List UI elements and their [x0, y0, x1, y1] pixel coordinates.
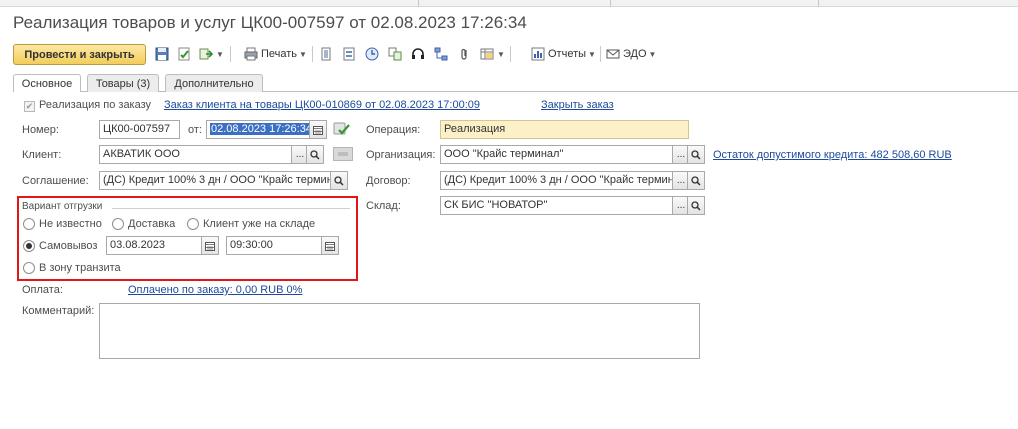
search-icon[interactable] — [687, 171, 705, 190]
save-icon[interactable] — [154, 46, 170, 62]
operation-field[interactable]: Реализация — [440, 120, 689, 139]
checked-document-icon[interactable] — [333, 121, 351, 137]
related-documents-icon[interactable] — [387, 46, 403, 62]
tab-main[interactable]: Основное — [13, 74, 81, 92]
page-title: Реализация товаров и услуг ЦК00-007597 о… — [13, 13, 527, 32]
radio-transit-label: В зону транзита — [39, 262, 121, 274]
pickup-date-field[interactable]: 03.08.2023 — [106, 236, 202, 255]
radio-delivery[interactable] — [112, 218, 124, 230]
post-document-icon[interactable] — [176, 46, 192, 62]
print-menu[interactable]: Печать ▼ — [243, 44, 307, 64]
report-structure-icon[interactable] — [341, 46, 357, 62]
radio-delivery-label: Доставка — [128, 218, 176, 230]
radio-unknown[interactable] — [23, 218, 35, 230]
calendar-icon[interactable] — [309, 120, 327, 139]
radio-unknown-label: Не известно — [39, 218, 102, 230]
organization-label: Организация: — [366, 149, 436, 161]
toolbar-icons-mid: ▼ — [312, 44, 511, 64]
search-icon[interactable] — [306, 145, 324, 164]
clock-select-icon[interactable] — [321, 236, 339, 255]
document-table-icon[interactable] — [479, 46, 495, 62]
chevron-down-icon[interactable]: ▼ — [497, 50, 505, 59]
order-checkbox[interactable]: ✔ — [24, 101, 35, 112]
post-and-close-button[interactable]: Провести и закрыть — [13, 44, 146, 65]
edo-icon — [605, 46, 621, 62]
chevron-down-icon: ▼ — [648, 49, 657, 59]
warehouse-field[interactable]: СК БИС "НОВАТОР" — [440, 196, 673, 215]
tab-goods[interactable]: Товары (3) — [87, 74, 159, 92]
structure-tree-icon[interactable] — [433, 46, 449, 62]
organization-field[interactable]: ООО "Крайс терминал" — [440, 145, 673, 164]
payment-status-link[interactable]: Оплачено по заказу: 0,00 RUB 0% — [128, 284, 302, 296]
client-card-icon[interactable] — [333, 147, 353, 161]
reports-label: Отчеты — [548, 48, 587, 60]
search-icon[interactable] — [330, 171, 348, 190]
printer-icon — [243, 46, 259, 62]
reports-menu[interactable]: Отчеты ▼ — [530, 44, 596, 64]
warehouse-label: Склад: — [366, 200, 401, 212]
customer-order-link[interactable]: Заказ клиента на товары ЦК00-010869 от 0… — [164, 99, 480, 111]
contract-field[interactable]: (ДС) Кредит 100% 3 дн / ООО "Крайс терми… — [440, 171, 673, 190]
contract-label: Договор: — [366, 175, 411, 187]
shipment-group-label: Вариант отгрузки — [22, 201, 103, 212]
radio-client-at-warehouse[interactable] — [187, 218, 199, 230]
toolbar-icons-left: ▼ — [154, 44, 231, 64]
search-icon[interactable] — [687, 196, 705, 215]
close-order-link[interactable]: Закрыть заказ — [541, 99, 614, 111]
radio-transit[interactable] — [23, 262, 35, 274]
date-field[interactable]: 02.08.2023 17:26:34 — [206, 120, 310, 139]
operation-label: Операция: — [366, 124, 421, 136]
edo-label: ЭДО — [623, 48, 647, 60]
chevron-down-icon: ▼ — [588, 49, 596, 59]
credit-balance-link[interactable]: Остаток допустимого кредита: 482 508,60 … — [713, 149, 952, 161]
number-label: Номер: — [22, 124, 59, 136]
tab-additional[interactable]: Дополнительно — [165, 74, 263, 92]
number-field[interactable]: ЦК00-007597 — [99, 120, 180, 139]
pickup-time-field[interactable]: 09:30:00 — [226, 236, 322, 255]
create-based-on-icon[interactable] — [198, 46, 214, 62]
client-field[interactable]: АКВАТИК ООО — [99, 145, 292, 164]
shipment-group-divider — [112, 208, 350, 209]
radio-pickup-label: Самовывоз — [39, 240, 98, 252]
agreement-label: Соглашение: — [22, 175, 89, 187]
comment-textarea[interactable] — [99, 303, 700, 359]
radio-client-at-warehouse-label: Клиент уже на складе — [203, 218, 316, 230]
tabs-divider — [13, 91, 1018, 92]
attach-paperclip-icon[interactable] — [456, 46, 472, 62]
window-top-strip — [0, 0, 1018, 7]
reports-icon — [530, 46, 546, 62]
comment-label: Комментарий: — [22, 305, 95, 317]
document-list-icon[interactable] — [318, 46, 334, 62]
agreement-field[interactable]: (ДС) Кредит 100% 3 дн / ООО "Крайс терми… — [99, 171, 331, 190]
edo-menu[interactable]: ЭДО ▼ — [600, 44, 656, 64]
client-label: Клиент: — [22, 149, 62, 161]
print-label: Печать — [261, 48, 298, 60]
payment-label: Оплата: — [22, 284, 63, 296]
search-icon[interactable] — [687, 145, 705, 164]
chevron-down-icon[interactable]: ▼ — [216, 50, 224, 59]
chevron-down-icon: ▼ — [299, 49, 307, 59]
order-checkbox-label: Реализация по заказу — [39, 99, 152, 111]
headset-icon[interactable] — [410, 46, 426, 62]
calendar-icon[interactable] — [201, 236, 219, 255]
history-clock-icon[interactable] — [364, 46, 380, 62]
date-label: от: — [188, 124, 202, 136]
radio-pickup[interactable] — [23, 240, 35, 252]
